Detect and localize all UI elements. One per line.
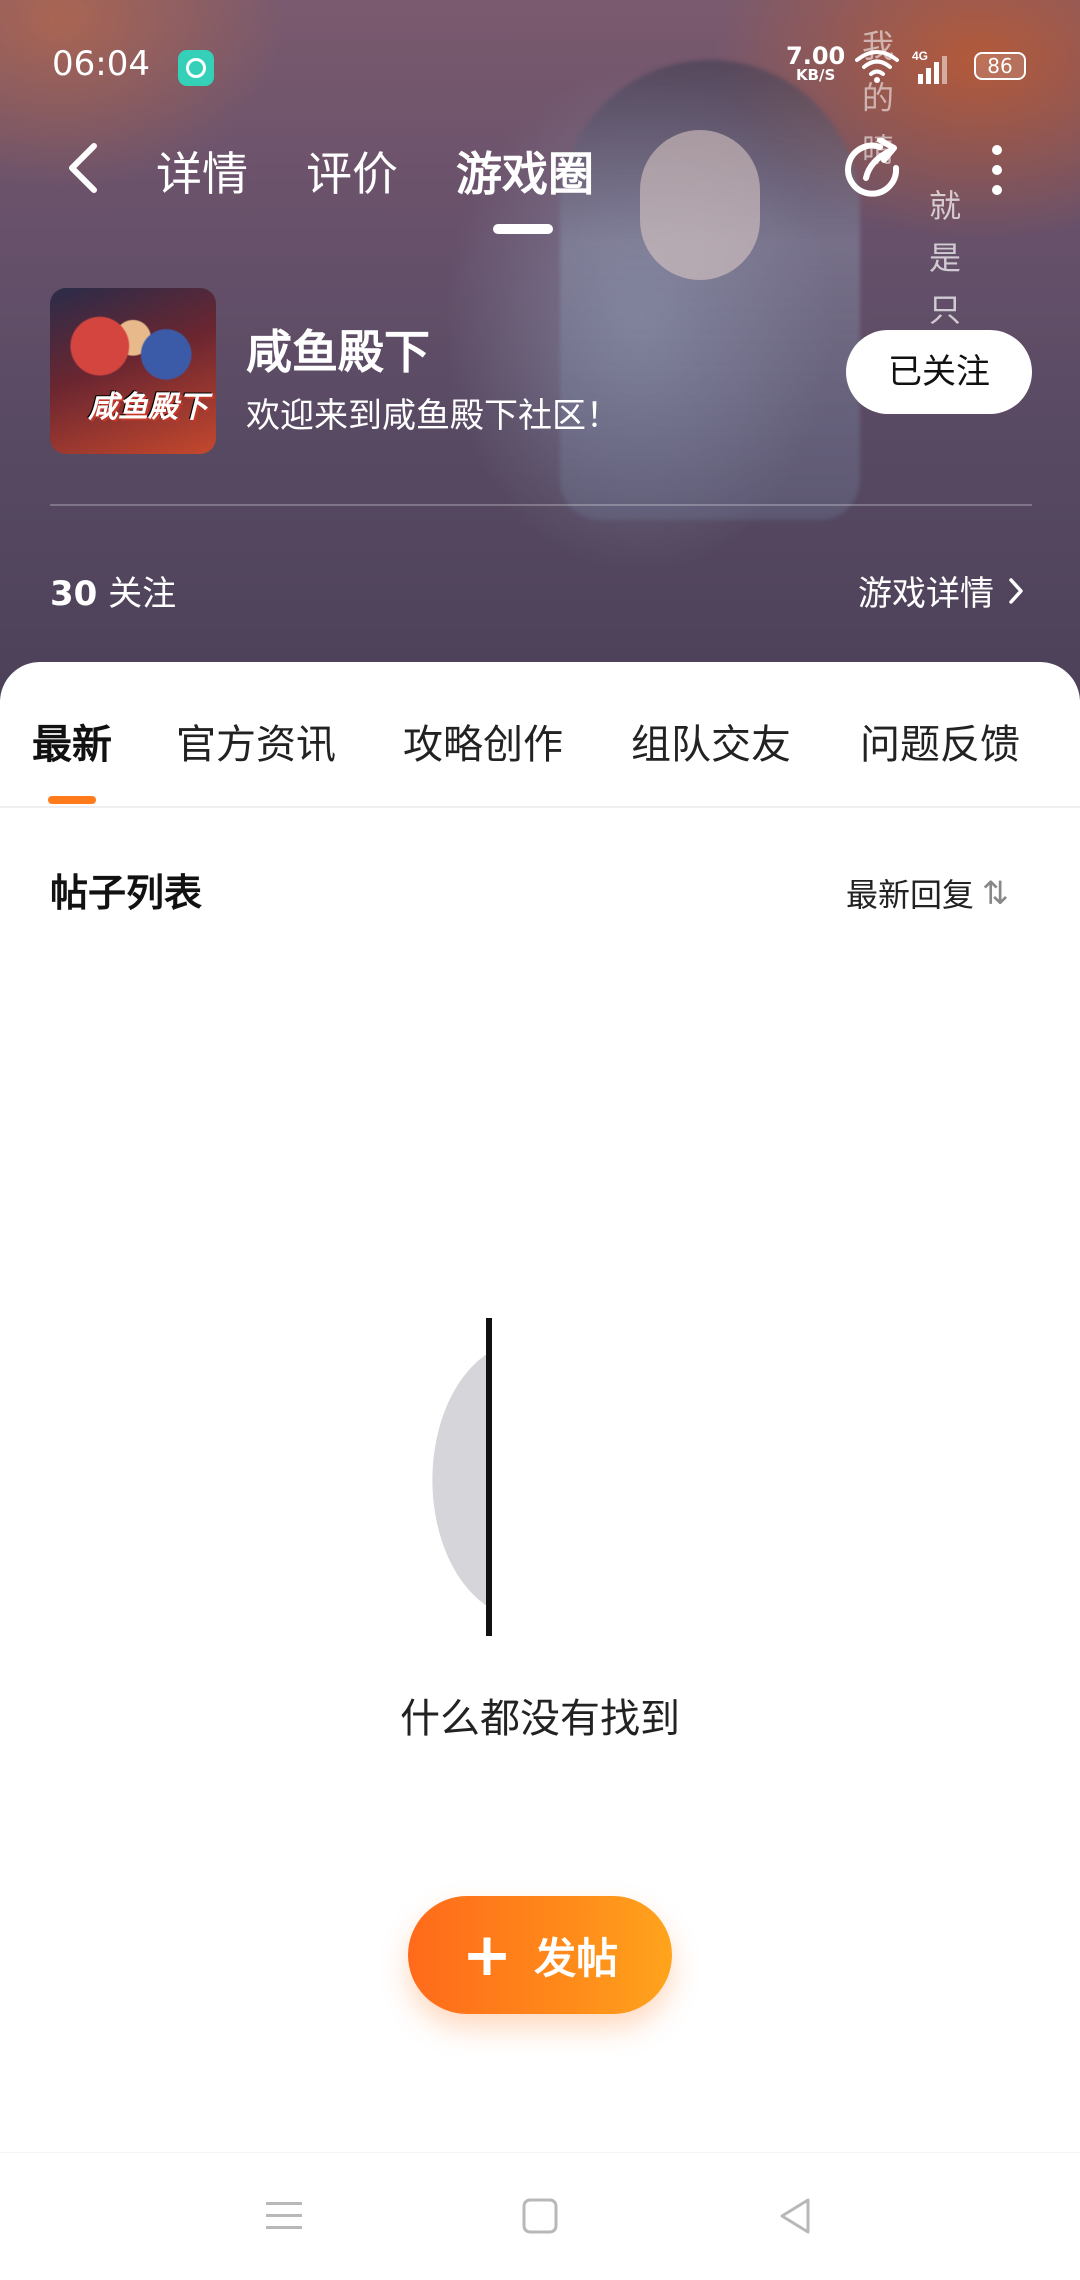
tab-game-circle[interactable]: 游戏圈 (456, 138, 594, 204)
empty-state-illustration (432, 1318, 492, 1636)
back-arrow-icon[interactable] (60, 140, 104, 196)
back-triangle-icon[interactable] (774, 2194, 818, 2238)
status-time: 06:04 (52, 44, 150, 84)
game-details-link[interactable]: 游戏详情 (858, 566, 1024, 615)
plus-icon: + (461, 1920, 513, 1990)
sort-icon: ⇅ (982, 874, 1009, 912)
chevron-right-icon (1009, 577, 1023, 604)
active-category-indicator (48, 796, 96, 804)
banner-poster-text: 就是只 (928, 187, 961, 329)
divider (50, 504, 1032, 506)
post-list-title: 帖子列表 (50, 871, 203, 915)
game-subtitle: 欢迎来到咸鱼殿下社区！ (246, 396, 620, 436)
tab-details[interactable]: 详情 (156, 138, 248, 204)
game-cover-image[interactable]: 咸鱼殿下 (50, 288, 216, 454)
notification-app-icon (178, 50, 214, 86)
network-speed-value: 7.00 (786, 42, 846, 70)
more-options-icon[interactable] (985, 142, 1009, 198)
battery-indicator: 86 (974, 52, 1026, 80)
share-icon[interactable] (844, 138, 908, 202)
follower-count: 30 关注 (50, 566, 176, 615)
tab-reviews[interactable]: 评价 (306, 138, 398, 204)
network-type-label: 4G (912, 49, 928, 63)
banner-character-face (640, 130, 760, 280)
network-speed-unit: KB/S (795, 66, 836, 84)
game-details-label: 游戏详情 (858, 574, 994, 614)
menu-icon[interactable] (262, 2194, 306, 2238)
sort-button[interactable]: 最新回复 ⇅ (846, 870, 1009, 916)
empty-state-message: 什么都没有找到 (400, 1696, 680, 1742)
category-tab-guides[interactable]: 攻略创作 (403, 712, 563, 770)
category-tab-feedback[interactable]: 问题反馈 (860, 712, 1020, 770)
followed-button[interactable]: 已关注 (846, 330, 1032, 414)
game-cover-logo: 咸鱼殿下 (88, 390, 208, 425)
network-speed: 7.00 KB/S (786, 44, 845, 83)
follower-count-number: 30 (50, 574, 98, 614)
cellular-signal-icon: 4G (912, 49, 947, 84)
wifi-icon (855, 50, 899, 83)
category-tab-official-news[interactable]: 官方资讯 (176, 712, 336, 770)
sort-label: 最新回复 (846, 876, 975, 914)
active-tab-indicator (493, 224, 553, 234)
category-tab-team-up[interactable]: 组队交友 (631, 712, 791, 770)
divider (0, 806, 1080, 808)
follower-count-label: 关注 (108, 574, 177, 614)
home-icon[interactable] (518, 2194, 562, 2238)
banner-character-image (560, 60, 860, 520)
category-tab-latest[interactable]: 最新 (32, 712, 112, 770)
game-title: 咸鱼殿下 (246, 325, 430, 379)
new-post-button[interactable]: + 发帖 (408, 1896, 672, 2014)
new-post-label: 发帖 (534, 1933, 619, 1983)
